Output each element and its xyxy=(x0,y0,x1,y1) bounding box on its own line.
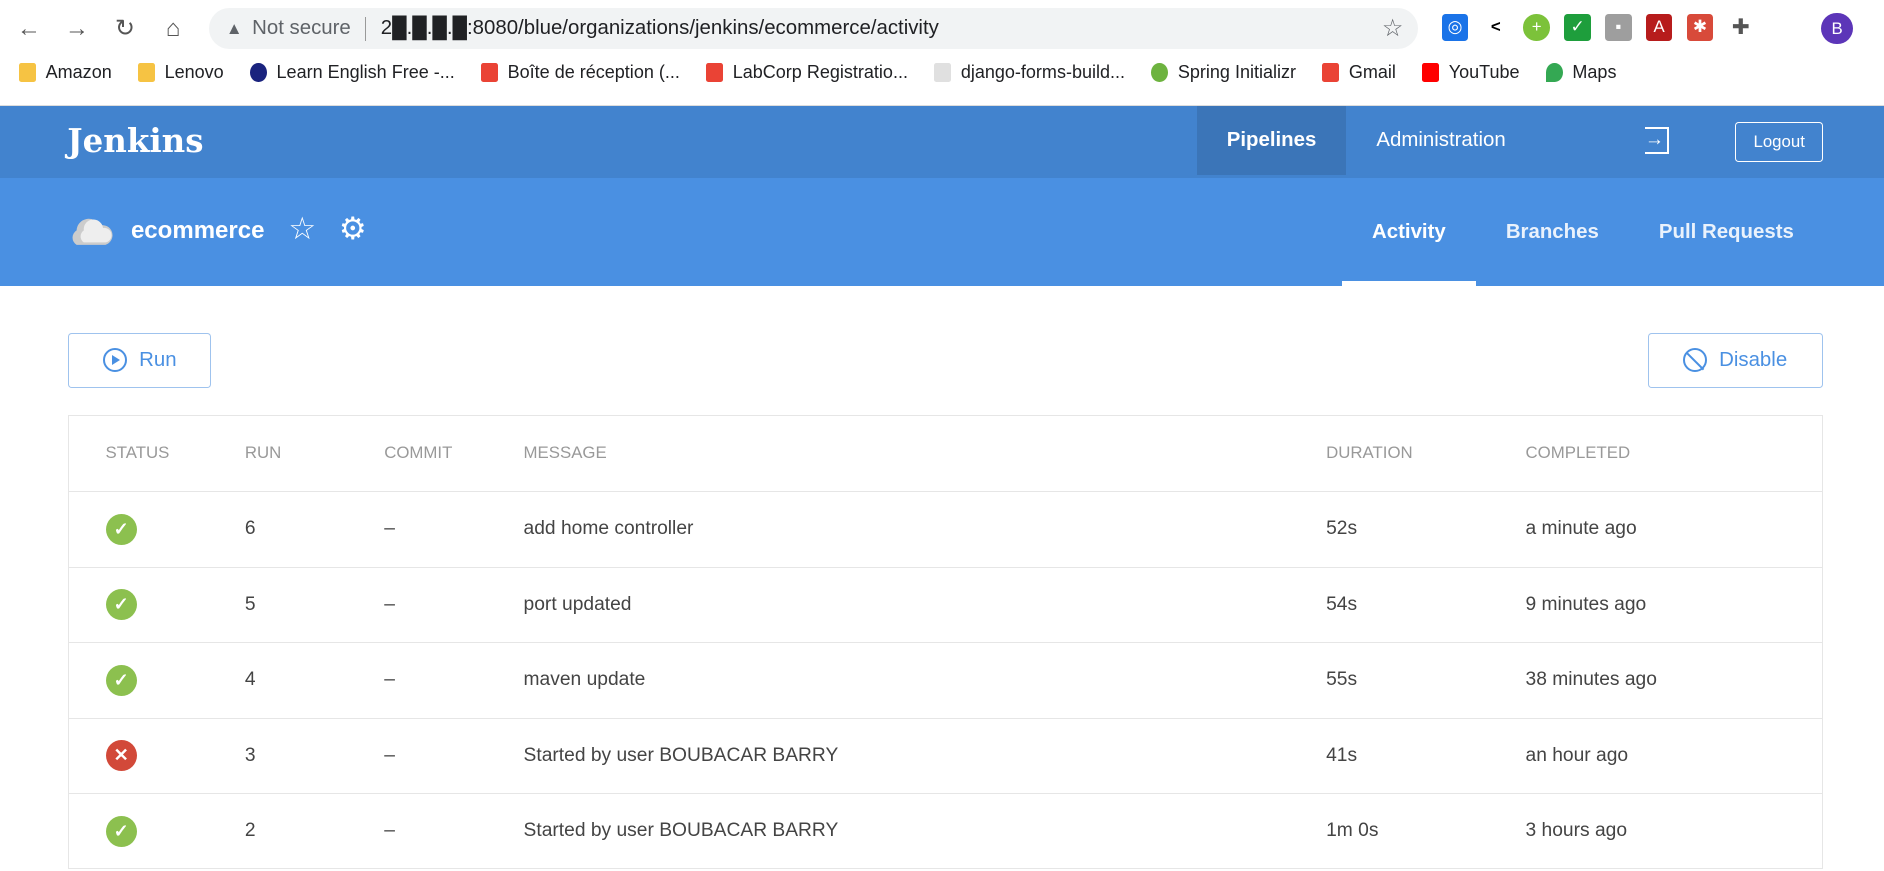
bookmark[interactable]: Spring Initializr xyxy=(1151,62,1296,83)
warning-icon: ▲ xyxy=(225,18,243,38)
browser-chrome: ← → ↻ ⌂ ▲ Not secure 2█.█.█.█:8080/blue/… xyxy=(0,0,1884,106)
duration: 52s xyxy=(1290,491,1490,568)
commit: – xyxy=(348,567,488,644)
favorite-star-icon[interactable]: ☆ xyxy=(288,211,316,247)
completed: 38 minutes ago xyxy=(1489,642,1823,719)
run-button[interactable]: Run xyxy=(68,332,212,389)
col-commit: COMMIT xyxy=(348,415,488,493)
tab-activity[interactable]: Activity xyxy=(1342,178,1477,286)
jenkins-header: Jenkins Pipelines Administration → Logou… xyxy=(0,105,1884,178)
url-text[interactable]: 2█.█.█.█:8080/blue/organizations/jenkins… xyxy=(381,17,939,40)
table-row[interactable]: ✕ 3 – Started by user BOUBACAR BARRY 41s… xyxy=(68,718,1823,794)
security-label: Not secure xyxy=(252,17,351,40)
completed: 9 minutes ago xyxy=(1489,567,1823,644)
ban-icon xyxy=(1683,348,1708,373)
disable-button[interactable]: Disable xyxy=(1648,332,1823,389)
table-row[interactable]: ✓ 5 – port updated 54s 9 minutes ago xyxy=(68,567,1823,644)
message: Started by user BOUBACAR BARRY xyxy=(487,793,1291,870)
extension-icon[interactable]: ✓ xyxy=(1564,14,1591,41)
logout-button[interactable]: Logout xyxy=(1734,122,1824,162)
bookmark[interactable]: LabCorp Registratio... xyxy=(706,62,908,83)
bookmark[interactable]: Boîte de réception (... xyxy=(481,62,680,83)
extensions: ◎ < + ✓ ▪ A ✱ ✚ xyxy=(1441,14,1754,41)
bookmark[interactable]: Lenovo xyxy=(138,62,224,83)
message: add home controller xyxy=(487,491,1291,568)
pdf-extension-icon[interactable]: A xyxy=(1645,14,1673,41)
profile-avatar[interactable]: B xyxy=(1821,13,1853,45)
run-number: 5 xyxy=(208,567,349,644)
run-number: 2 xyxy=(208,793,349,870)
duration: 41s xyxy=(1290,718,1490,794)
col-run: RUN xyxy=(208,415,349,493)
tab-branches[interactable]: Branches xyxy=(1476,178,1629,286)
commit: – xyxy=(348,793,488,870)
extension-icon[interactable]: + xyxy=(1523,14,1550,41)
duration: 55s xyxy=(1290,642,1490,719)
success-status-icon: ✓ xyxy=(105,589,137,621)
message: maven update xyxy=(487,642,1291,719)
extension-icon[interactable]: < xyxy=(1482,14,1510,41)
pipeline-header: ecommerce ☆ ⚙ Activity Branches Pull Req… xyxy=(0,177,1884,286)
col-completed: COMPLETED xyxy=(1489,415,1823,493)
bookmark[interactable]: YouTube xyxy=(1422,62,1520,83)
bookmark[interactable]: Amazon xyxy=(19,62,112,83)
home-icon[interactable]: ⌂ xyxy=(149,15,197,43)
commit: – xyxy=(348,718,488,794)
success-status-icon: ✓ xyxy=(105,664,137,696)
run-number: 4 xyxy=(208,642,349,719)
run-number: 6 xyxy=(208,491,349,568)
completed: 3 hours ago xyxy=(1489,793,1823,870)
address-bar[interactable]: ▲ Not secure 2█.█.█.█:8080/blue/organiza… xyxy=(209,8,1418,50)
col-duration: DURATION xyxy=(1290,415,1490,493)
message: port updated xyxy=(487,567,1291,644)
bookmark-star-icon[interactable]: ☆ xyxy=(1382,14,1404,43)
duration: 54s xyxy=(1290,567,1490,644)
duration: 1m 0s xyxy=(1290,793,1490,870)
bookmark[interactable]: Gmail xyxy=(1322,62,1396,83)
cloud-icon xyxy=(72,218,113,245)
commit: – xyxy=(348,642,488,719)
divider xyxy=(365,16,367,41)
table-row[interactable]: ✓ 4 – maven update 55s 38 minutes ago xyxy=(68,642,1823,719)
puzzle-icon[interactable]: ✚ xyxy=(1728,14,1754,40)
col-message: MESSAGE xyxy=(487,415,1291,493)
table-row[interactable]: ✓ 6 – add home controller 52s a minute a… xyxy=(68,491,1823,568)
reload-icon[interactable]: ↻ xyxy=(101,14,149,43)
nav-administration[interactable]: Administration xyxy=(1346,106,1535,176)
extension-icon[interactable]: ▪ xyxy=(1605,14,1632,41)
col-status: STATUS xyxy=(68,415,209,493)
failure-status-icon: ✕ xyxy=(105,740,137,772)
tab-pull-requests[interactable]: Pull Requests xyxy=(1629,178,1824,286)
extension-icon[interactable]: ◎ xyxy=(1441,14,1469,41)
completed: a minute ago xyxy=(1489,491,1823,568)
bookmarks-bar: Amazon Lenovo Learn English Free -... Bo… xyxy=(19,62,1616,83)
nav-pipelines[interactable]: Pipelines xyxy=(1196,105,1347,176)
exit-icon[interactable]: → xyxy=(1644,127,1669,154)
play-icon xyxy=(103,348,128,373)
commit: – xyxy=(348,491,488,568)
bookmark[interactable]: django-forms-build... xyxy=(934,62,1125,83)
success-status-icon: ✓ xyxy=(105,513,137,546)
back-icon[interactable]: ← xyxy=(5,15,53,43)
message: Started by user BOUBACAR BARRY xyxy=(487,718,1291,794)
pipeline-name[interactable]: ecommerce xyxy=(131,217,265,245)
bookmark[interactable]: Maps xyxy=(1545,62,1616,83)
completed: an hour ago xyxy=(1489,718,1823,794)
jenkins-logo[interactable]: Jenkins xyxy=(67,122,203,160)
forward-icon[interactable]: → xyxy=(53,15,101,43)
gear-icon[interactable]: ⚙ xyxy=(339,211,367,247)
run-number: 3 xyxy=(208,718,349,794)
activity-table: STATUS RUN COMMIT MESSAGE DURATION COMPL… xyxy=(68,414,1823,870)
bookmark[interactable]: Learn English Free -... xyxy=(250,62,455,83)
success-status-icon: ✓ xyxy=(105,815,137,847)
table-row[interactable]: ✓ 2 – Started by user BOUBACAR BARRY 1m … xyxy=(68,793,1823,870)
extension-icon[interactable]: ✱ xyxy=(1686,14,1714,41)
